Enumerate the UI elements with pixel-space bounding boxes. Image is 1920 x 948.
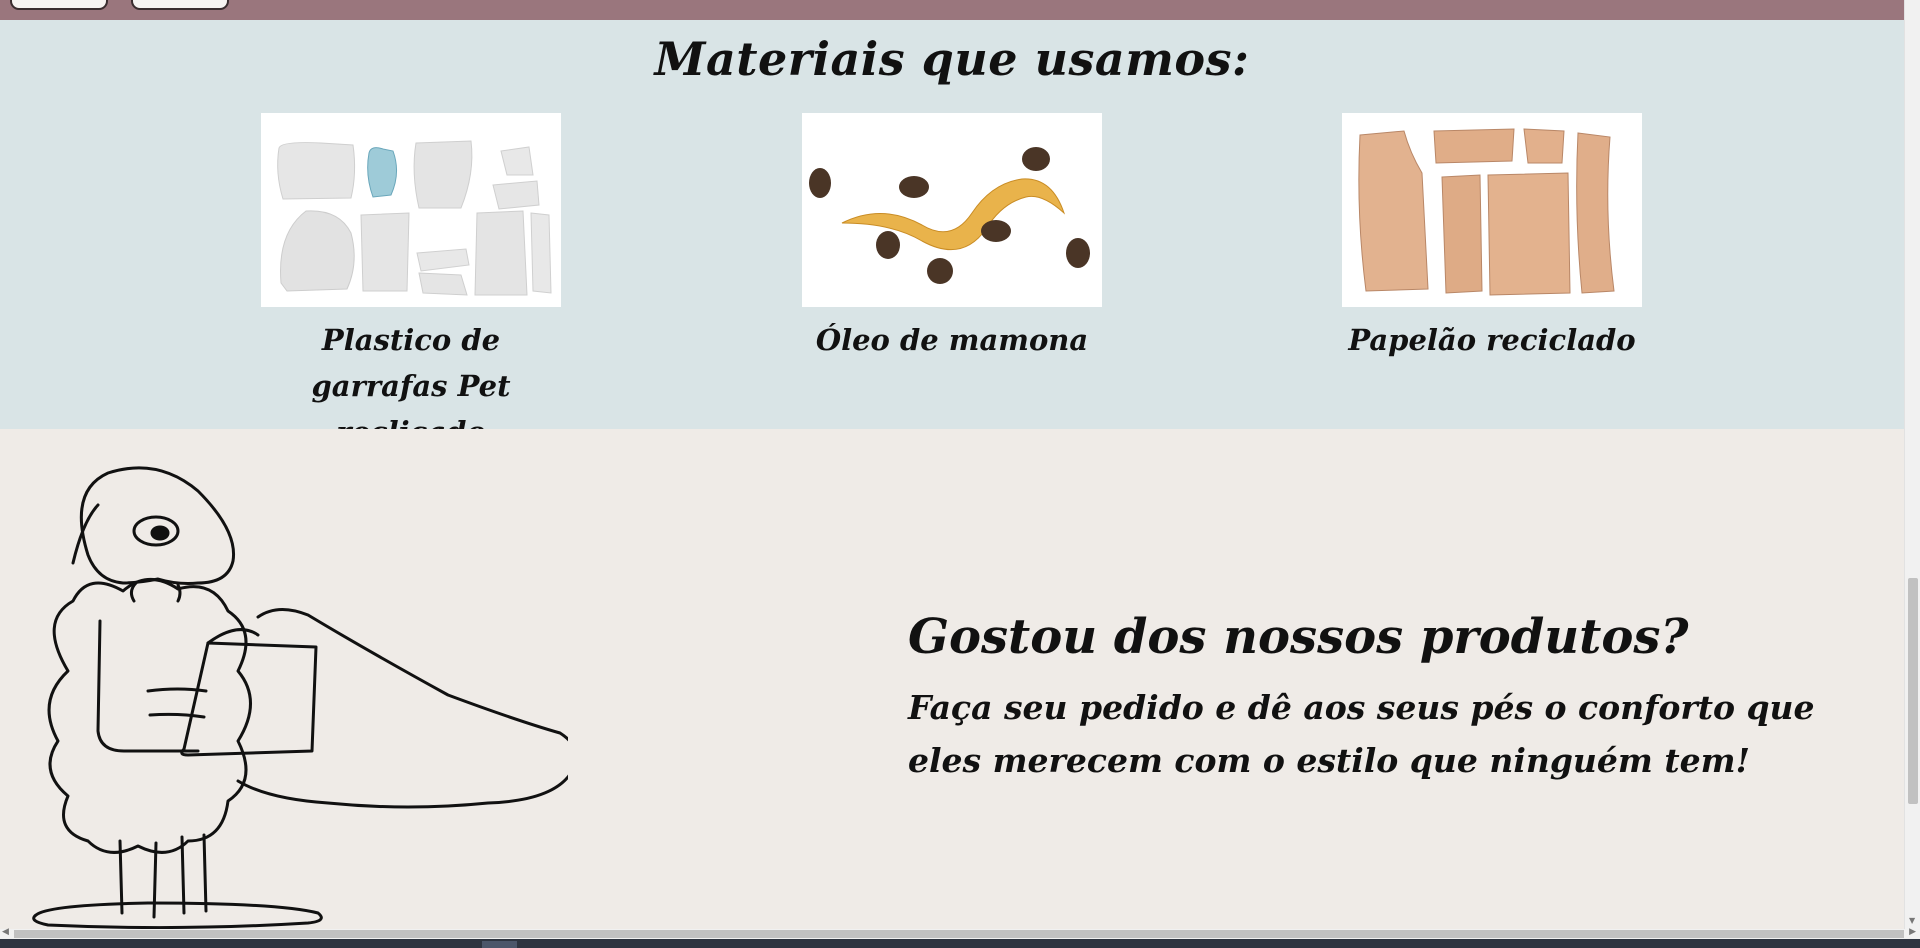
- material-caption-cardboard: Papelão reciclado: [1348, 323, 1636, 357]
- material-card-cardboard: Papelão reciclado: [1342, 113, 1642, 363]
- call-to-action-section: Gostou dos nossos produtos? Faça seu ped…: [0, 429, 1904, 930]
- materials-title: Materiais que usamos:: [654, 32, 1250, 86]
- material-card-pet: Plastico de garrafas Pet reclicado: [261, 113, 561, 455]
- sheep-with-laptop-illustration: [32, 466, 568, 930]
- horizontal-scrollbar[interactable]: ◀ ▶: [0, 927, 1920, 939]
- os-taskbar: [0, 939, 1920, 948]
- taskbar-item[interactable]: [482, 941, 517, 948]
- top-nav-bar: [0, 0, 1904, 20]
- material-card-castor-oil: Óleo de mamona: [802, 113, 1102, 363]
- nav-button-2[interactable]: [131, 0, 229, 10]
- cta-heading: Gostou dos nossos produtos?: [908, 609, 1689, 665]
- scroll-down-arrow-icon[interactable]: ▼: [1909, 916, 1915, 925]
- vertical-scrollbar[interactable]: ▼: [1904, 0, 1920, 929]
- castor-oil-image: [802, 113, 1102, 307]
- nav-button-1[interactable]: [10, 0, 108, 10]
- materials-section: Materiais que usamos: Plastico de garraf…: [0, 20, 1904, 449]
- material-caption-castor-oil: Óleo de mamona: [815, 323, 1089, 357]
- scroll-left-arrow-icon[interactable]: ◀: [2, 927, 9, 937]
- cta-text: Faça seu pedido e dê aos seus pés o conf…: [908, 688, 1815, 780]
- scroll-right-arrow-icon[interactable]: ▶: [1909, 927, 1916, 937]
- recycled-cardboard-image: [1342, 113, 1642, 307]
- horizontal-scrollbar-thumb[interactable]: [14, 930, 1904, 938]
- vertical-scrollbar-thumb[interactable]: [1908, 578, 1918, 804]
- pet-bottle-plastic-image: [261, 113, 561, 307]
